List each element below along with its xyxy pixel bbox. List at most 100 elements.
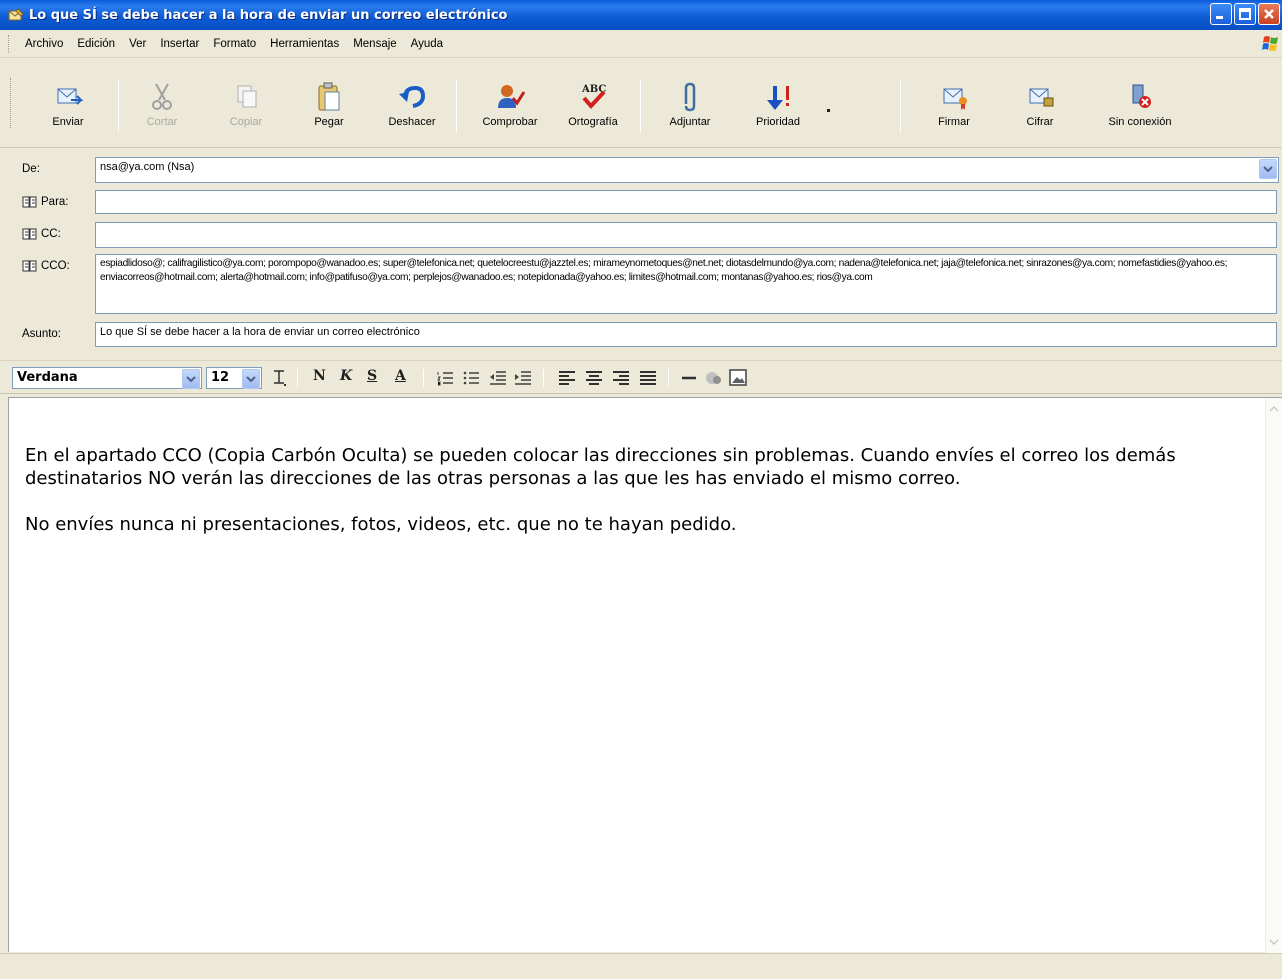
align-right-button[interactable] [611,368,631,388]
font-select[interactable]: Verdana [12,367,202,389]
formatting-toolbar: Verdana 12 N K S A [0,360,1282,394]
align-left-button[interactable] [557,368,577,388]
underline-button[interactable]: S [367,368,377,388]
priority-icon [767,86,789,110]
encrypt-button[interactable]: Cifrar [1000,80,1080,142]
justify-icon [640,371,656,385]
justify-button[interactable] [638,368,658,388]
cc-field[interactable] [95,222,1277,248]
menu-ayuda[interactable]: Ayuda [404,38,450,50]
vertical-scrollbar[interactable] [1265,398,1282,953]
format-separator [297,369,298,387]
scroll-down-icon[interactable] [1269,937,1279,947]
message-text[interactable]: En el apartado CCO (Copia Carbón Oculta)… [25,444,1255,559]
send-button[interactable]: Enviar [28,80,108,142]
font-dropdown-button[interactable] [182,369,200,389]
message-body[interactable]: En el apartado CCO (Copia Carbón Oculta)… [8,397,1282,953]
sign-icon [943,88,967,110]
increase-indent-button[interactable] [513,368,533,388]
spelling-button[interactable]: ABC Ortografía [553,80,633,142]
to-label-button[interactable]: Para: [22,195,69,209]
decrease-indent-button[interactable] [488,368,508,388]
from-label: De: [22,163,40,175]
sign-button[interactable]: Firmar [914,80,994,142]
priority-label: Prioridad [755,116,801,128]
undo-button[interactable]: Deshacer [372,80,452,142]
align-right-icon [613,371,629,385]
menu-grip[interactable] [8,34,11,53]
from-value: nsa@ya.com (Nsa) [100,161,195,173]
work-offline-button[interactable]: Sin conexión [1100,80,1180,142]
format-separator [423,369,424,387]
copy-button[interactable]: Copiar [206,80,286,142]
menu-mensaje[interactable]: Mensaje [346,38,403,50]
font-color-button[interactable]: A [395,368,406,388]
align-left-icon [559,371,575,385]
maximize-button[interactable] [1234,3,1256,25]
copy-label: Copiar [229,116,263,128]
cc-label-button[interactable]: CC: [22,227,61,241]
subject-field[interactable]: Lo que SÍ se debe hacer a la hora de env… [95,322,1277,347]
toolbar-grip[interactable] [10,78,13,128]
horizontal-line-icon [682,376,696,380]
body-paragraph: No envíes nunca ni presentaciones, fotos… [25,514,737,535]
title-bar: Lo que SÍ se debe hacer a la hora de env… [0,0,1282,30]
insert-hyperlink-button[interactable] [704,368,724,388]
sign-label: Firmar [938,116,970,128]
attach-button[interactable]: Adjuntar [650,80,730,142]
font-size-value: 12 [211,370,230,385]
check-names-button[interactable]: Comprobar [470,80,550,142]
horizontal-line-button[interactable] [680,368,700,388]
insert-picture-button[interactable] [728,368,748,388]
from-combobox[interactable]: nsa@ya.com (Nsa) [95,157,1279,183]
size-dropdown-button[interactable] [242,369,260,389]
priority-dropdown-icon[interactable] [825,106,833,114]
decrease-indent-icon [490,371,506,385]
toolbar-separator [900,80,901,132]
align-center-button[interactable] [584,368,604,388]
increase-indent-icon [515,371,531,385]
priority-button[interactable]: Prioridad [738,80,818,142]
close-button[interactable] [1258,3,1280,25]
menu-archivo[interactable]: Archivo [18,38,70,50]
bold-button[interactable]: N [313,368,326,388]
bcc-label-button[interactable]: CCO: [22,259,70,273]
bullet-list-button[interactable] [462,368,482,388]
menu-herramientas[interactable]: Herramientas [263,38,346,50]
paste-button[interactable]: Pegar [289,80,369,142]
address-book-icon [22,196,37,208]
to-field[interactable] [95,190,1277,214]
menu-insertar[interactable]: Insertar [153,38,206,50]
paperclip-icon [684,82,696,112]
copy-icon [237,85,257,108]
menu-formato[interactable]: Formato [206,38,263,50]
minimize-button[interactable] [1210,3,1232,25]
format-separator [668,369,669,387]
body-paragraph: En el apartado CCO (Copia Carbón Oculta)… [25,445,1176,489]
font-size-select[interactable]: 12 [206,367,262,389]
scroll-up-icon[interactable] [1269,404,1279,414]
paste-label: Pegar [314,116,344,128]
cut-button[interactable]: Cortar [122,80,202,142]
undo-icon [399,85,426,108]
numbered-list-button[interactable] [436,368,456,388]
address-book-icon [22,260,37,272]
menu-ver[interactable]: Ver [122,38,153,50]
window-title: Lo que SÍ se debe hacer a la hora de env… [29,7,508,23]
bcc-field[interactable]: espiadlidoso@; califragilistico@ya.com; … [95,254,1277,314]
paragraph-style-button[interactable] [270,368,290,388]
italic-button[interactable]: K [340,368,352,388]
from-dropdown-button[interactable] [1259,159,1277,179]
toolbar: Enviar Cortar Copiar Pegar Deshacer Comp… [0,58,1282,148]
menu-edicion[interactable]: Edición [70,38,122,50]
hyperlink-icon [706,372,721,384]
check-names-label: Comprobar [482,116,538,128]
paragraph-style-icon [274,370,286,386]
status-bar [0,953,1282,979]
spelling-icon: ABC [581,84,606,109]
align-center-icon [586,371,602,385]
menu-bar: Archivo Edición Ver Insertar Formato Her… [0,30,1282,58]
send-icon [57,88,84,105]
work-offline-label: Sin conexión [1108,116,1172,128]
envelope-pen-icon [8,8,24,21]
